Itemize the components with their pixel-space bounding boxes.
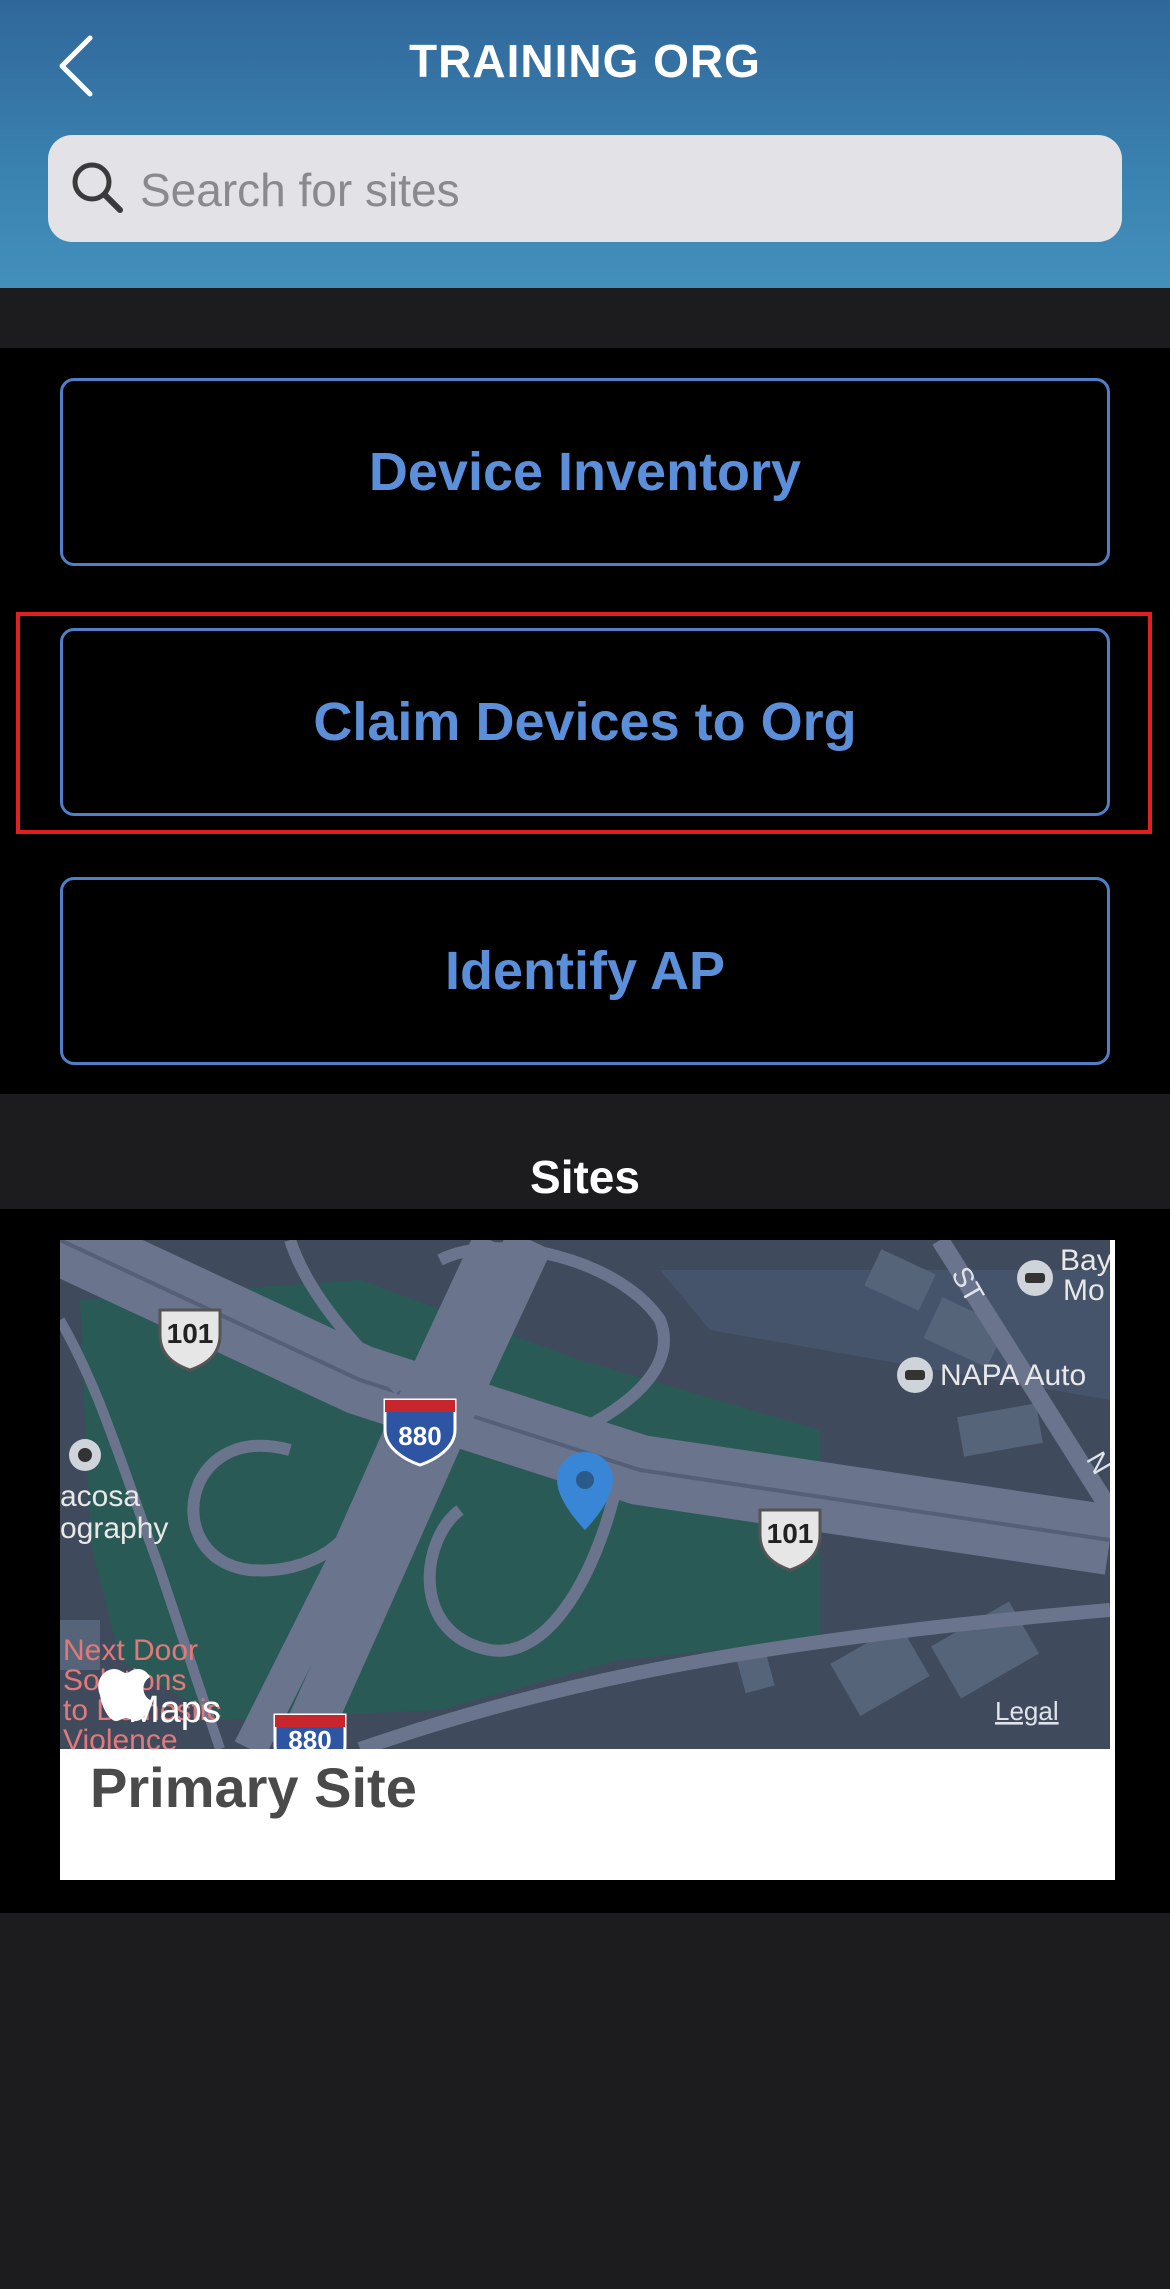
map-graphic: 101 880 101 880 Bay Mo NAPA Auto acosa o… [60,1240,1110,1749]
site-name: Primary Site [90,1756,417,1819]
poi-dot-icon [69,1439,101,1471]
site-map: 101 880 101 880 Bay Mo NAPA Auto acosa o… [60,1240,1110,1749]
legal-link[interactable]: Legal [995,1696,1059,1726]
svg-text:Maps: Maps [128,1689,221,1731]
svg-text:880: 880 [398,1421,441,1451]
sites-heading: Sites [530,1151,640,1203]
actions-section: Device Inventory Claim Devices to Org Id… [0,348,1170,1094]
site-card[interactable]: 101 880 101 880 Bay Mo NAPA Auto acosa o… [60,1240,1115,1880]
app-header: TRAINING ORG [0,0,1170,288]
claim-devices-label: Claim Devices to Org [313,692,857,752]
svg-text:NAPA Auto: NAPA Auto [940,1359,1086,1392]
claim-devices-button[interactable]: Claim Devices to Org [60,628,1110,816]
svg-text:Mo: Mo [1063,1274,1105,1307]
car-service-icon-2 [897,1357,933,1393]
car-service-icon-1 [1017,1260,1053,1296]
svg-text:101: 101 [167,1318,214,1349]
search-bar[interactable] [48,135,1122,244]
svg-text:880: 880 [288,1725,331,1749]
search-icon [72,162,123,213]
device-inventory-button[interactable]: Device Inventory [60,378,1110,566]
svg-text:Bay Mo: Bay Mo [1060,1244,1110,1277]
svg-text:Next Door: Next Door [63,1634,198,1667]
sites-list: 101 880 101 880 Bay Mo NAPA Auto acosa o… [0,1209,1170,1913]
identify-ap-label: Identify AP [444,941,726,1001]
search-input[interactable] [138,135,1102,244]
svg-text:101: 101 [767,1518,814,1549]
page-title: TRAINING ORG [409,35,761,87]
device-inventory-label: Device Inventory [368,442,802,502]
i-880-shield-2: 880 [273,1713,347,1749]
identify-ap-button[interactable]: Identify AP [60,877,1110,1065]
svg-text:acosa: acosa [60,1480,140,1513]
svg-text:ography: ography [60,1512,168,1545]
